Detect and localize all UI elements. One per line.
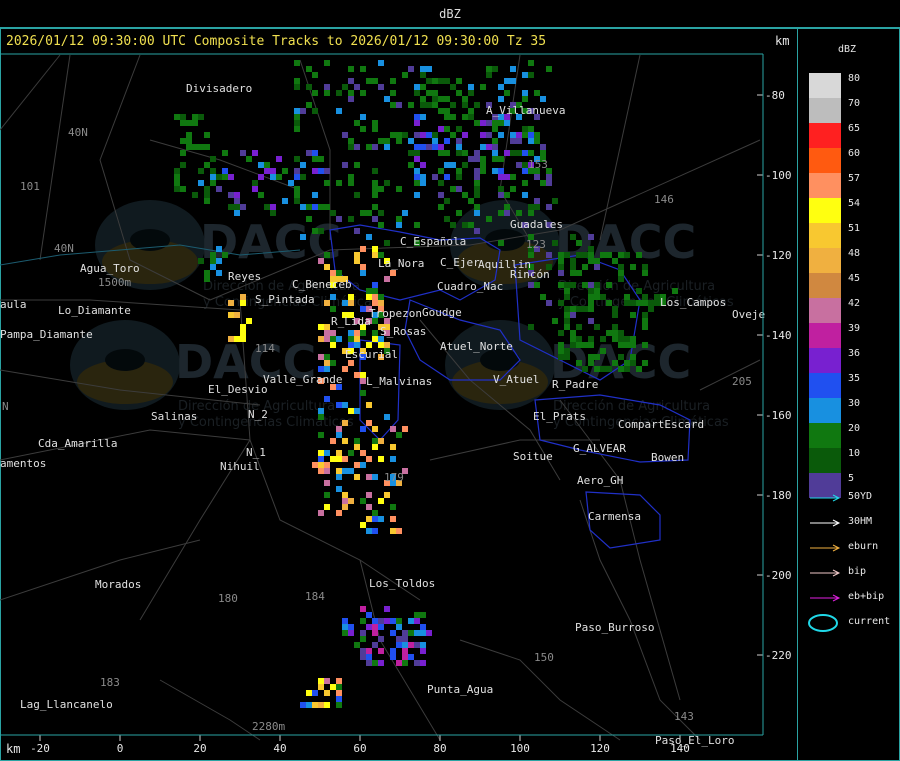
legend-swatch-70 <box>809 98 841 123</box>
legend-value: 39 <box>848 323 861 334</box>
legend-swatch-20 <box>809 423 841 448</box>
legend-value: 5 <box>848 473 855 484</box>
legend-value: 42 <box>848 298 861 309</box>
legend-swatch-51 <box>809 223 841 248</box>
track-legend-label: 30HM <box>848 516 873 527</box>
legend-value: 48 <box>848 248 861 259</box>
legend-value: 57 <box>848 173 861 184</box>
track-arrow-icon <box>810 519 841 527</box>
track-legend-label: eb+bip <box>848 591 885 602</box>
legend-value: 30 <box>848 398 861 409</box>
track-arrow-icon <box>810 544 841 552</box>
legend-value: 45 <box>848 273 861 284</box>
legend-value: 65 <box>848 123 861 134</box>
legend-swatch-45 <box>809 273 841 298</box>
legend-swatch-42 <box>809 298 841 323</box>
current-ellipse-icon <box>808 614 838 632</box>
legend-swatch-57 <box>809 173 841 198</box>
legend-value: 54 <box>848 198 861 209</box>
legend-value: 51 <box>848 223 861 234</box>
track-arrow-icon <box>810 569 841 577</box>
legend-swatch-36 <box>809 348 841 373</box>
legend-swatch-80 <box>809 73 841 98</box>
track-legend-label: eburn <box>848 541 879 552</box>
legend-swatch-30 <box>809 398 841 423</box>
track-legend-label: current <box>848 616 891 627</box>
legend-value: 80 <box>848 73 861 84</box>
legend-swatch-5 <box>809 473 841 498</box>
legend-swatch-48 <box>809 248 841 273</box>
legend-swatch-35 <box>809 373 841 398</box>
legend-value: 60 <box>848 148 861 159</box>
legend-swatch-10 <box>809 448 841 473</box>
legend-value: 20 <box>848 423 861 434</box>
legend-value: 36 <box>848 348 861 359</box>
track-legend-label: bip <box>848 566 867 577</box>
legend-value: 70 <box>848 98 861 109</box>
legend-scale <box>808 73 841 632</box>
legend-value: 35 <box>848 373 861 384</box>
legend-swatch-39 <box>809 323 841 348</box>
legend-swatch-54 <box>809 198 841 223</box>
track-arrow-icon <box>810 594 841 602</box>
legend-swatch-60 <box>809 148 841 173</box>
legend-value: 10 <box>848 448 861 459</box>
legend-swatch-65 <box>809 123 841 148</box>
track-legend-label: 50YD <box>848 491 873 502</box>
